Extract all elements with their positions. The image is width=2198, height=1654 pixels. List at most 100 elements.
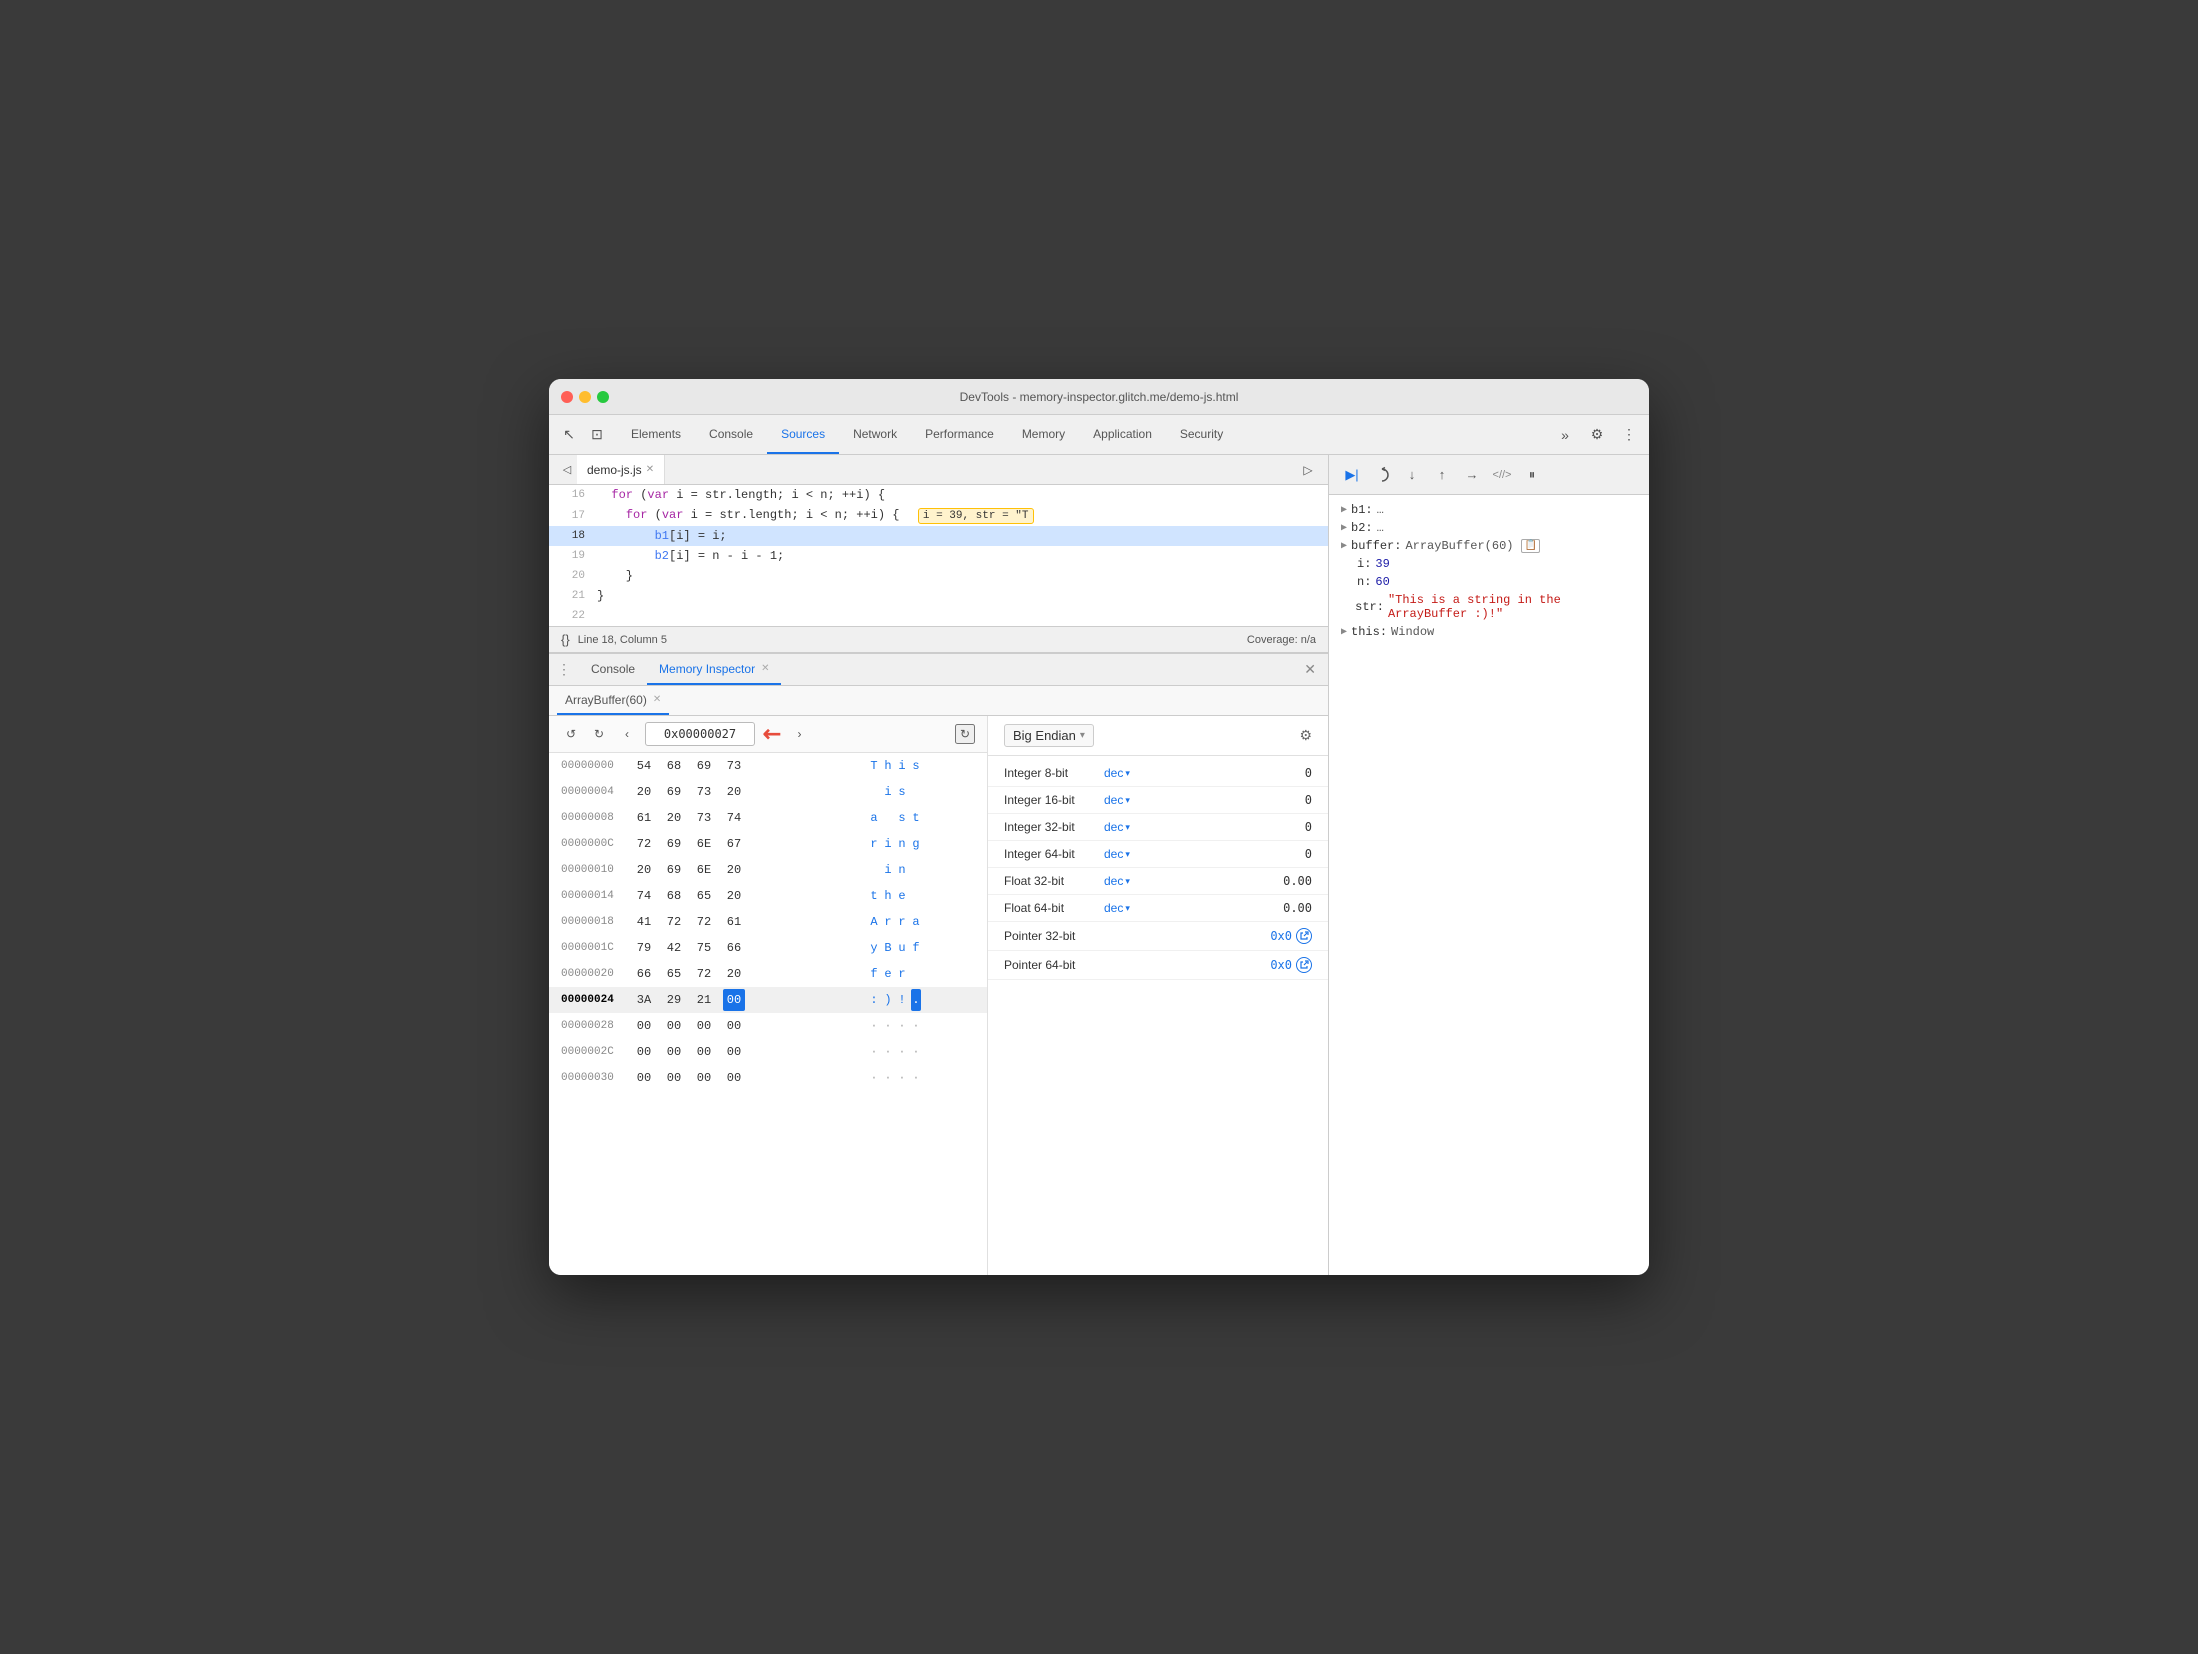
int32-format[interactable]: dec ▾ <box>1104 820 1154 834</box>
more-options-icon[interactable]: ⋮ <box>1617 423 1641 447</box>
hex-byte[interactable]: 20 <box>723 963 745 985</box>
bottom-panel-menu-icon[interactable]: ⋮ <box>557 661 571 678</box>
hex-byte[interactable]: 65 <box>663 963 685 985</box>
hex-byte[interactable]: 00 <box>723 1015 745 1037</box>
memory-inspector-close-icon[interactable]: ✕ <box>761 663 769 674</box>
source-file-tab[interactable]: demo-js.js ✕ <box>577 455 665 484</box>
expand-arrow-icon[interactable]: ▶ <box>1341 626 1347 638</box>
hex-byte[interactable]: 00 <box>723 1067 745 1089</box>
tab-application[interactable]: Application <box>1079 415 1166 454</box>
tab-security[interactable]: Security <box>1166 415 1237 454</box>
tab-console[interactable]: Console <box>695 415 767 454</box>
expand-arrow-icon[interactable]: ▶ <box>1341 504 1347 516</box>
int16-format[interactable]: dec ▾ <box>1104 793 1154 807</box>
hex-byte[interactable]: 67 <box>723 833 745 855</box>
float32-format[interactable]: dec ▾ <box>1104 874 1154 888</box>
step-into-icon[interactable]: ↓ <box>1401 464 1423 486</box>
settings-icon[interactable]: ⚙ <box>1585 423 1609 447</box>
pause-on-exceptions-icon[interactable]: ⏸ <box>1521 464 1543 486</box>
nav-more-button[interactable]: » <box>1553 423 1577 447</box>
tab-memory[interactable]: Memory <box>1008 415 1079 454</box>
hex-byte[interactable]: 79 <box>633 937 655 959</box>
hex-byte[interactable]: 72 <box>633 833 655 855</box>
hex-byte[interactable]: 00 <box>663 1067 685 1089</box>
hex-byte[interactable]: 42 <box>663 937 685 959</box>
panel-close-icon[interactable]: ✕ <box>1300 657 1320 682</box>
hex-byte[interactable]: 6E <box>693 859 715 881</box>
step-icon[interactable]: → <box>1461 464 1483 486</box>
tab-performance[interactable]: Performance <box>911 415 1008 454</box>
navigate-prev-icon[interactable]: ‹ <box>617 724 637 744</box>
hex-byte[interactable]: 73 <box>723 755 745 777</box>
tab-network[interactable]: Network <box>839 415 911 454</box>
hex-byte[interactable]: 74 <box>723 807 745 829</box>
history-back-icon[interactable]: ↺ <box>561 724 581 744</box>
memory-inspect-icon[interactable]: 📋 <box>1521 539 1539 553</box>
step-over-icon[interactable] <box>1371 464 1393 486</box>
hex-byte[interactable]: 6E <box>693 833 715 855</box>
hex-byte[interactable]: 20 <box>633 859 655 881</box>
hex-byte[interactable]: 72 <box>693 963 715 985</box>
step-out-icon[interactable]: ↑ <box>1431 464 1453 486</box>
hex-byte[interactable]: 00 <box>693 1067 715 1089</box>
hex-byte[interactable]: 20 <box>663 807 685 829</box>
array-buffer-tab[interactable]: ArrayBuffer(60) ✕ <box>557 686 669 715</box>
tab-sources[interactable]: Sources <box>767 415 839 454</box>
hex-byte[interactable]: 21 <box>693 989 715 1011</box>
hex-byte[interactable]: 54 <box>633 755 655 777</box>
hex-byte[interactable]: 00 <box>723 1041 745 1063</box>
refresh-icon[interactable]: ↻ <box>955 724 975 744</box>
hex-byte[interactable]: 73 <box>693 807 715 829</box>
value-settings-icon[interactable]: ⚙ <box>1299 727 1312 744</box>
expand-arrow-icon[interactable]: ▶ <box>1341 522 1347 534</box>
hex-byte[interactable]: 00 <box>633 1041 655 1063</box>
float64-format[interactable]: dec ▾ <box>1104 901 1154 915</box>
hex-byte[interactable]: 3A <box>633 989 655 1011</box>
resume-icon[interactable]: ▶| <box>1341 464 1363 486</box>
hex-byte[interactable]: 69 <box>663 781 685 803</box>
hex-byte[interactable]: 65 <box>693 885 715 907</box>
hex-byte[interactable]: 20 <box>633 781 655 803</box>
tab-console-bottom[interactable]: Console <box>579 654 647 685</box>
maximize-button[interactable] <box>597 391 609 403</box>
minimize-button[interactable] <box>579 391 591 403</box>
mobile-icon[interactable]: ⊡ <box>585 423 609 447</box>
hex-byte[interactable]: 73 <box>693 781 715 803</box>
int64-format[interactable]: dec ▾ <box>1104 847 1154 861</box>
hex-byte[interactable]: 69 <box>663 833 685 855</box>
expand-arrow-icon[interactable]: ▶ <box>1341 540 1347 552</box>
int8-format[interactable]: dec ▾ <box>1104 766 1154 780</box>
endian-select[interactable]: Big Endian ▾ <box>1004 724 1094 747</box>
ptr64-link-icon[interactable] <box>1296 957 1312 973</box>
cursor-icon[interactable]: ↖ <box>557 423 581 447</box>
hex-byte-selected[interactable]: 00 <box>723 989 745 1011</box>
hex-byte[interactable]: 72 <box>663 911 685 933</box>
deactivate-breakpoints-icon[interactable]: <//> <box>1491 464 1513 486</box>
hex-byte[interactable]: 69 <box>663 859 685 881</box>
hex-byte[interactable]: 74 <box>633 885 655 907</box>
source-nav-back[interactable]: ◁ <box>557 460 577 480</box>
hex-byte[interactable]: 61 <box>723 911 745 933</box>
hex-byte[interactable]: 68 <box>663 885 685 907</box>
hex-byte[interactable]: 29 <box>663 989 685 1011</box>
history-forward-icon[interactable]: ↻ <box>589 724 609 744</box>
hex-byte[interactable]: 20 <box>723 781 745 803</box>
hex-byte[interactable]: 66 <box>723 937 745 959</box>
hex-byte[interactable]: 41 <box>633 911 655 933</box>
navigate-next-icon[interactable]: › <box>789 724 809 744</box>
tab-elements[interactable]: Elements <box>617 415 695 454</box>
hex-byte[interactable]: 72 <box>693 911 715 933</box>
hex-byte[interactable]: 20 <box>723 859 745 881</box>
hex-byte[interactable]: 61 <box>633 807 655 829</box>
array-buffer-close-icon[interactable]: ✕ <box>653 694 661 705</box>
hex-byte[interactable]: 00 <box>663 1041 685 1063</box>
hex-byte[interactable]: 00 <box>693 1041 715 1063</box>
hex-byte[interactable]: 20 <box>723 885 745 907</box>
hex-byte[interactable]: 66 <box>633 963 655 985</box>
address-input[interactable] <box>645 722 755 746</box>
hex-byte[interactable]: 00 <box>663 1015 685 1037</box>
hex-byte[interactable]: 75 <box>693 937 715 959</box>
close-button[interactable] <box>561 391 573 403</box>
hex-byte[interactable]: 00 <box>693 1015 715 1037</box>
source-menu-icon[interactable]: ▷ <box>1296 458 1320 482</box>
